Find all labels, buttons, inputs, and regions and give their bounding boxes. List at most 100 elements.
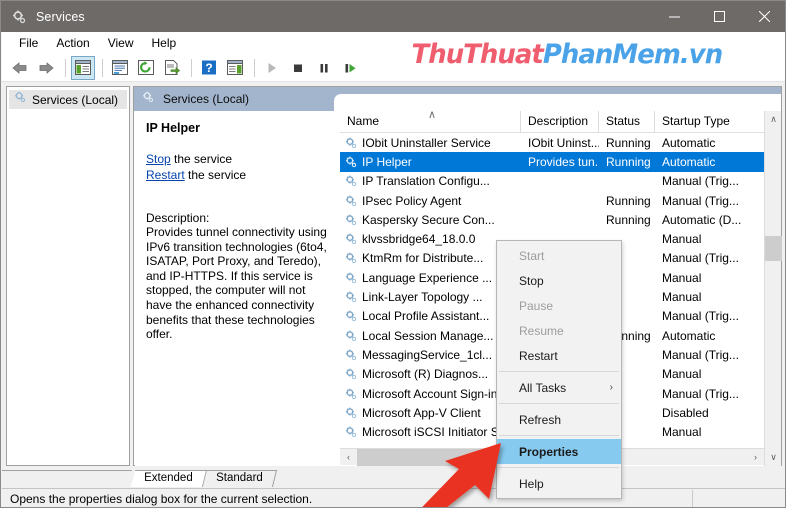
menu-help[interactable]: Help: [144, 34, 187, 52]
cell-name-label: Microsoft Account Sign-in...: [362, 386, 508, 401]
service-gear-icon: [344, 213, 358, 227]
context-menu-item-start: Start: [497, 243, 621, 268]
table-row[interactable]: IP Translation Configu... Manual (Trig...: [340, 172, 781, 191]
column-header-status[interactable]: Status: [599, 111, 655, 133]
help-icon[interactable]: ?: [197, 56, 221, 80]
menu-file[interactable]: File: [11, 34, 48, 52]
refresh-icon[interactable]: [134, 56, 158, 80]
context-menu-item-all-tasks[interactable]: All Tasks ›: [497, 375, 621, 400]
restart-service-icon[interactable]: [338, 56, 362, 80]
service-gear-icon: [344, 136, 358, 150]
toolbar-separator: [254, 58, 255, 77]
table-row[interactable]: IP Helper Provides tun... Running Automatic: [340, 152, 781, 172]
column-header-name[interactable]: Name ∧: [340, 111, 521, 133]
context-menu-item-label: Resume: [519, 323, 564, 338]
cell-name: Microsoft Account Sign-in...: [340, 387, 521, 401]
service-gear-icon: [344, 425, 358, 439]
menu-action[interactable]: Action: [48, 34, 99, 52]
vertical-scrollbar-thumb[interactable]: [765, 236, 782, 261]
scroll-down-arrow-icon[interactable]: ∨: [765, 449, 782, 466]
table-row[interactable]: IObit Uninstaller Service IObit Uninst...…: [340, 133, 781, 152]
detail-action-links: Stop the service Restart the service: [146, 151, 328, 183]
cell-startup-type: Manual (Trig...: [662, 386, 739, 401]
context-menu-item-label: All Tasks: [519, 380, 567, 395]
detail-description-text: Provides tunnel connectivity using IPv6 …: [146, 225, 327, 342]
cell-startup-type: Automatic: [662, 135, 716, 150]
service-gear-icon: [344, 367, 358, 381]
service-gear-icon: [344, 348, 358, 362]
table-row[interactable]: IPsec Policy Agent Running Manual (Trig...: [340, 191, 781, 210]
close-button[interactable]: [742, 1, 785, 32]
menu-view[interactable]: View: [100, 34, 144, 52]
context-menu-separator: [499, 371, 619, 372]
context-menu-item-refresh[interactable]: Refresh: [497, 407, 621, 432]
show-hide-action-pane-icon[interactable]: [223, 56, 247, 80]
cell-name: Microsoft iSCSI Initiator Ser...: [340, 425, 521, 439]
window-buttons: [652, 1, 785, 32]
tab-extended[interactable]: Extended: [130, 470, 207, 487]
pause-service-icon[interactable]: [312, 56, 336, 80]
scroll-left-arrow-icon[interactable]: ‹: [340, 449, 357, 466]
cell-name-label: Language Experience ...: [362, 270, 493, 285]
services-window: Services File Action View Help ? ThuThua…: [0, 0, 786, 508]
status-bar: Opens the properties dialog box for the …: [2, 488, 785, 507]
tab-extended-label: Extended: [144, 472, 193, 484]
column-header-description[interactable]: Description: [521, 111, 599, 133]
view-tab-strip: Extended Standard: [2, 470, 785, 488]
cell-name: Kaspersky Secure Con...: [340, 213, 521, 227]
cell-name-label: IObit Uninstaller Service: [362, 135, 491, 150]
minimize-button[interactable]: [652, 1, 697, 32]
cell-name: IP Helper: [340, 155, 521, 169]
cell-name-label: IP Translation Configu...: [362, 174, 490, 189]
vertical-scrollbar[interactable]: ∧ ∨: [764, 111, 782, 466]
context-menu-separator: [499, 403, 619, 404]
stop-service-link[interactable]: Stop: [146, 152, 171, 166]
tab-standard[interactable]: Standard: [202, 470, 277, 487]
cell-startup-type: Manual: [662, 290, 702, 305]
properties-icon[interactable]: [108, 56, 132, 80]
cell-startup-type: Manual (Trig...: [662, 174, 739, 189]
export-list-icon[interactable]: [160, 56, 184, 80]
cell-status: Running: [606, 212, 651, 227]
context-menu-item-help[interactable]: Help: [497, 471, 621, 496]
stop-link-suffix: the service: [170, 152, 233, 166]
cell-name: Microsoft App-V Client: [340, 406, 521, 420]
stop-service-icon[interactable]: [286, 56, 310, 80]
table-row[interactable]: Kaspersky Secure Con... Running Automatic …: [340, 210, 781, 229]
cell-name-label: IP Helper: [362, 154, 412, 169]
restart-service-link[interactable]: Restart: [146, 168, 185, 182]
toolbar-separator: [65, 58, 66, 77]
cell-name: KtmRm for Distribute...: [340, 251, 521, 265]
context-menu-item-restart[interactable]: Restart: [497, 343, 621, 368]
cell-startup-type: Automatic: [662, 154, 716, 169]
context-menu-separator: [499, 435, 619, 436]
scroll-up-arrow-icon[interactable]: ∧: [765, 111, 782, 128]
cell-name: IP Translation Configu...: [340, 174, 521, 188]
cell-startup-type: Disabled: [662, 405, 709, 420]
services-gear-icon: [13, 90, 27, 109]
cell-name-label: Link-Layer Topology ...: [362, 290, 483, 305]
pane-header-label: Services (Local): [163, 92, 250, 106]
forward-arrow-icon[interactable]: [34, 56, 58, 80]
cell-name: IPsec Policy Agent: [340, 194, 521, 208]
show-hide-console-tree-icon[interactable]: [71, 55, 95, 80]
context-menu-item-properties[interactable]: Properties: [497, 439, 621, 464]
context-menu-item-label: Stop: [519, 273, 544, 288]
column-header-startup-type[interactable]: Startup Type: [655, 111, 759, 133]
maximize-button[interactable]: [697, 1, 742, 32]
cell-description: IObit Uninst...: [528, 135, 599, 150]
back-arrow-icon[interactable]: [8, 56, 32, 80]
context-menu-item-stop[interactable]: Stop: [497, 268, 621, 293]
cell-name-label: KtmRm for Distribute...: [362, 251, 484, 266]
scroll-right-arrow-icon[interactable]: ›: [747, 449, 764, 466]
submenu-chevron-right-icon: ›: [609, 382, 613, 393]
cell-name: IObit Uninstaller Service: [340, 136, 521, 150]
cell-name: Link-Layer Topology ...: [340, 290, 521, 304]
tree-node-services-local[interactable]: Services (Local): [9, 90, 127, 109]
services-gear-icon: [11, 9, 27, 25]
toolbar-separator: [191, 58, 192, 77]
cell-startup-type: Manual: [662, 367, 702, 382]
detail-description-label: Description:: [146, 211, 210, 225]
cell-name-label: Microsoft App-V Client: [362, 405, 481, 420]
start-service-icon[interactable]: [260, 56, 284, 80]
